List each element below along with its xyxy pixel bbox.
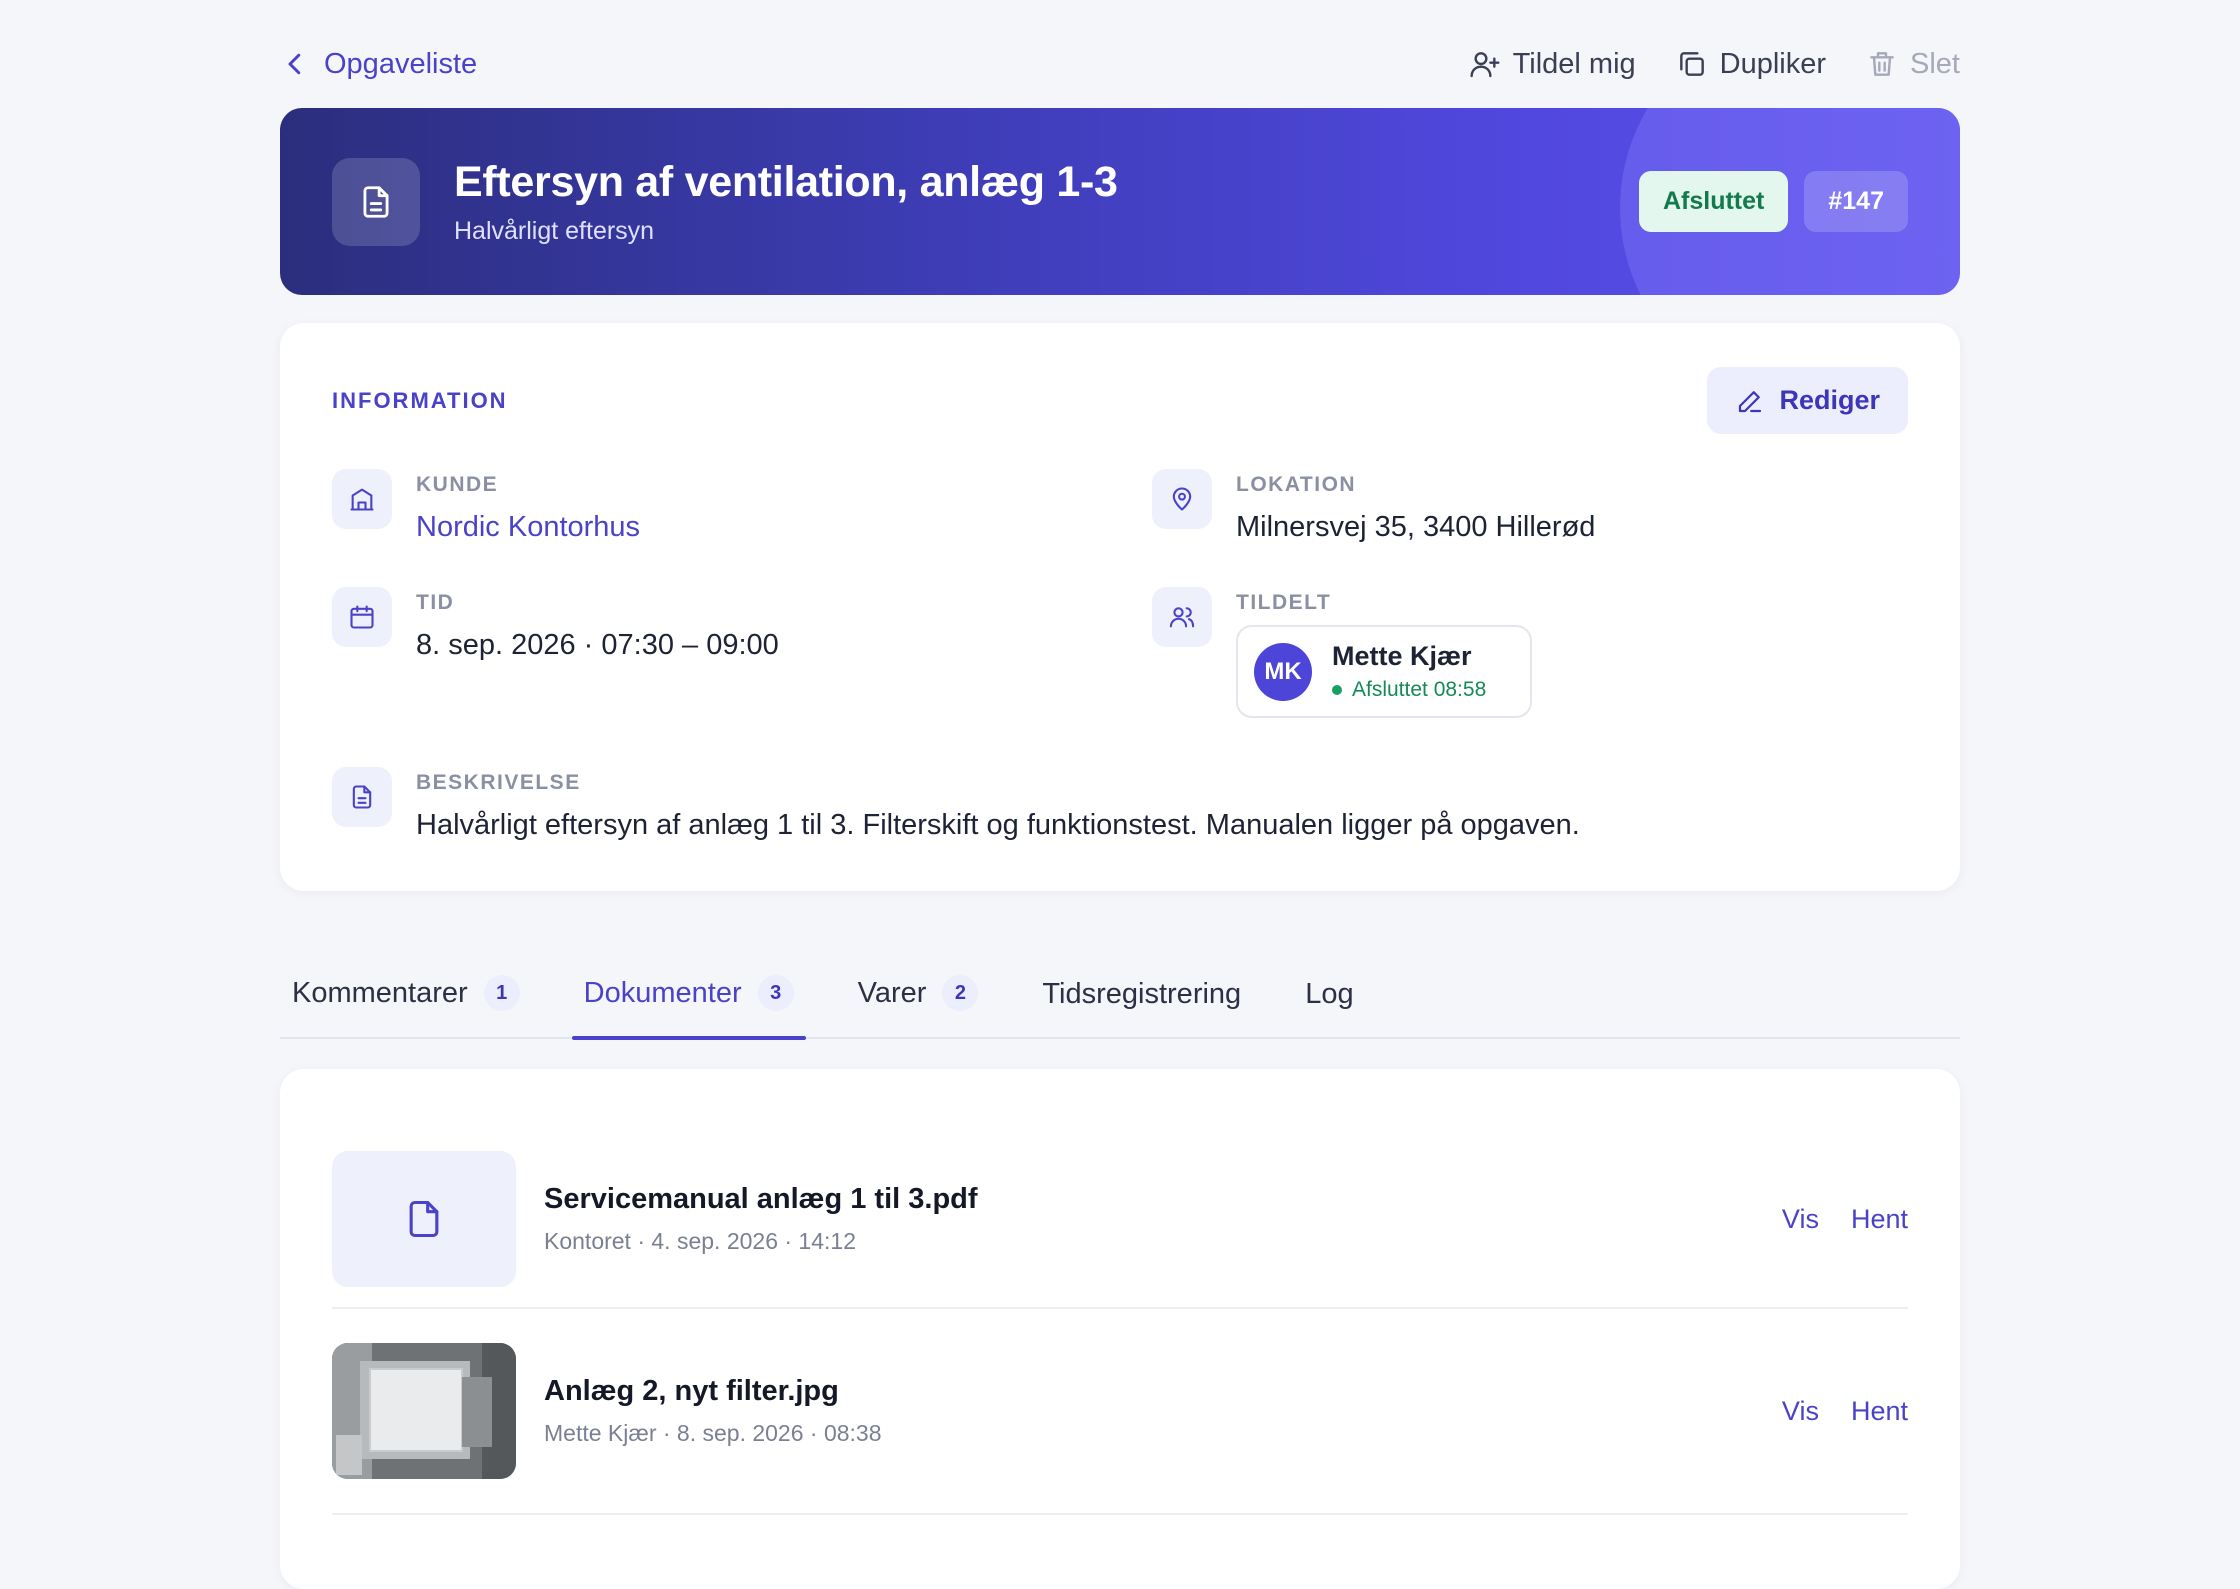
information-heading: INFORMATION — [332, 387, 508, 413]
tab-count: 2 — [942, 975, 979, 1011]
tab-label: Tidsregistrering — [1042, 978, 1242, 1010]
download-button[interactable]: Hent — [1851, 1204, 1908, 1235]
back-link[interactable]: Opgaveliste — [280, 48, 477, 81]
top-bar: Opgaveliste Tildel mig Dupliker Slet — [280, 0, 1960, 108]
information-card: INFORMATION Rediger KUNDE Nordic Kontorh… — [280, 323, 1960, 891]
tab-label: Log — [1305, 978, 1354, 1010]
time-value: 8. sep. 2026 · 07:30 – 09:00 — [416, 629, 779, 661]
tab-bar: Kommentarer 1 Dokumenter 3 Varer 2 Tidsr… — [280, 913, 1960, 1040]
view-button[interactable]: Vis — [1782, 1396, 1819, 1427]
calendar-icon — [332, 587, 392, 647]
file-icon — [409, 1200, 439, 1238]
assigned-field: TILDELT MK Mette Kjær Afsluttet 08:58 — [1152, 587, 1533, 718]
list-item: Servicemanual anlæg 1 til 3.pdf Kontoret… — [332, 1131, 1908, 1309]
trash-icon — [1870, 52, 1894, 76]
location-label: LOKATION — [1236, 473, 1357, 496]
assign-me-button[interactable]: Tildel mig — [1469, 48, 1636, 81]
assignee-status: Afsluttet 08:58 — [1332, 678, 1486, 702]
description-value: Halvårligt eftersyn af anlæg 1 til 3. Fi… — [416, 809, 1580, 841]
tab-label: Dokumenter — [583, 976, 742, 1009]
task-header: Eftersyn af ventilation, anlæg 1-3 Halvå… — [280, 108, 1960, 295]
assignee-name: Mette Kjær — [1332, 641, 1472, 671]
document-icon — [332, 157, 420, 246]
list-item: Anlæg 2, nyt filter.jpg Mette Kjær · 8. … — [332, 1309, 1908, 1515]
document-meta: Mette Kjær · 8. sep. 2026 · 08:38 — [544, 1420, 882, 1446]
download-button[interactable]: Hent — [1851, 1396, 1908, 1427]
edit-label: Rediger — [1779, 385, 1880, 415]
building-icon — [332, 469, 392, 529]
file-text-icon — [332, 767, 392, 827]
filter-photo-icon — [332, 1343, 516, 1479]
map-pin-icon — [1152, 469, 1212, 529]
task-subtitle: Halvårligt eftersyn — [454, 216, 655, 245]
task-title: Eftersyn af ventilation, anlæg 1-3 — [454, 157, 1118, 206]
tab-label: Kommentarer — [292, 976, 468, 1009]
tab-dokumenter[interactable]: Dokumenter 3 — [571, 975, 806, 1040]
user-plus-icon — [1470, 52, 1500, 78]
description-field: BESKRIVELSE Halvårligt eftersyn af anlæg… — [332, 767, 1580, 842]
assignee-status-text: Afsluttet 08:58 — [1352, 678, 1487, 701]
photo-thumbnail[interactable] — [332, 1343, 516, 1479]
customer-field: KUNDE Nordic Kontorhus — [332, 469, 640, 544]
time-field: TID 8. sep. 2026 · 07:30 – 09:00 — [332, 587, 779, 662]
assigned-label: TILDELT — [1236, 591, 1332, 614]
chevron-left-icon — [288, 53, 301, 75]
tab-count: 1 — [483, 975, 520, 1011]
copy-icon — [1679, 52, 1704, 76]
status-dot-icon — [1332, 685, 1342, 695]
header-actions: Tildel mig Dupliker Slet — [1469, 48, 1960, 81]
duplicate-button[interactable]: Dupliker — [1676, 48, 1826, 81]
assign-me-label: Tildel mig — [1512, 47, 1636, 80]
tab-tidsregistrering[interactable]: Tidsregistrering — [1030, 978, 1253, 1037]
users-icon — [1152, 587, 1212, 647]
status-badge: Afsluttet — [1638, 171, 1789, 232]
location-field: LOKATION Milnersvej 35, 3400 Hillerød — [1152, 469, 1595, 544]
view-button[interactable]: Vis — [1782, 1204, 1819, 1235]
delete-button[interactable]: Slet — [1866, 48, 1960, 81]
pencil-icon — [1739, 390, 1762, 412]
tab-kommentarer[interactable]: Kommentarer 1 — [280, 975, 532, 1037]
duplicate-label: Dupliker — [1719, 47, 1827, 80]
delete-label: Slet — [1910, 47, 1960, 80]
document-thumbnail[interactable] — [332, 1151, 516, 1287]
tab-log[interactable]: Log — [1293, 978, 1365, 1037]
time-label: TID — [416, 591, 455, 614]
document-name: Servicemanual anlæg 1 til 3.pdf — [544, 1183, 978, 1215]
customer-label: KUNDE — [416, 473, 499, 496]
document-meta: Kontoret · 4. sep. 2026 · 14:12 — [544, 1228, 856, 1254]
document-name: Anlæg 2, nyt filter.jpg — [544, 1375, 839, 1407]
tab-count: 3 — [757, 975, 794, 1011]
customer-link[interactable]: Nordic Kontorhus — [416, 511, 640, 544]
edit-button[interactable]: Rediger — [1707, 367, 1908, 434]
tab-varer[interactable]: Varer 2 — [846, 975, 991, 1037]
task-number-badge: #147 — [1804, 171, 1908, 232]
tab-label: Varer — [857, 976, 927, 1009]
back-link-label: Opgaveliste — [324, 47, 478, 80]
description-label: BESKRIVELSE — [416, 771, 581, 794]
documents-card: Servicemanual anlæg 1 til 3.pdf Kontoret… — [280, 1069, 1960, 1589]
location-value: Milnersvej 35, 3400 Hillerød — [1236, 511, 1596, 543]
assignee-chip[interactable]: MK Mette Kjær Afsluttet 08:58 — [1236, 625, 1533, 718]
avatar: MK — [1254, 642, 1312, 701]
